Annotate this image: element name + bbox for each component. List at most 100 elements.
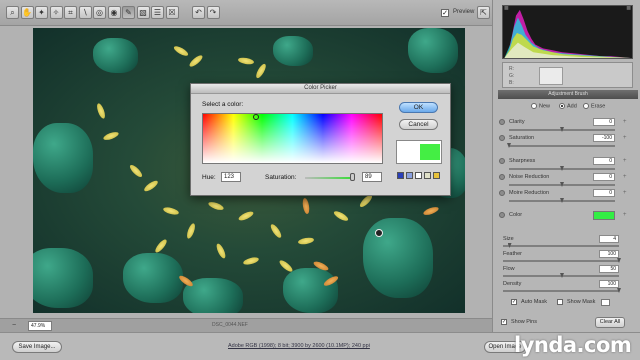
preferences-icon[interactable]: ☰	[151, 6, 164, 19]
brush-option-slider-track[interactable]	[503, 245, 619, 247]
zoom-icon[interactable]: ⌕	[6, 6, 19, 19]
image-filename: DSC_0044.NEF	[212, 322, 248, 328]
ok-button[interactable]: OK	[399, 102, 438, 113]
rock-shape	[33, 248, 93, 308]
brush-option-row: Feather 100	[503, 250, 633, 265]
leaf-shape	[332, 209, 350, 223]
plus-icon[interactable]: +	[623, 212, 627, 218]
preview-checkbox[interactable]: ✓	[441, 9, 449, 17]
crop-icon[interactable]: ⌗	[64, 6, 77, 19]
brush-pin-icon[interactable]	[375, 229, 383, 237]
brush-option-slider-track[interactable]	[503, 290, 619, 292]
color-spectrum[interactable]	[202, 113, 383, 164]
leaf-shape	[214, 242, 228, 260]
plus-icon[interactable]: +	[623, 158, 627, 164]
mode-new-label: New	[539, 103, 551, 110]
fullscreen-icon[interactable]: ⇱	[477, 6, 490, 19]
adjustment-slider-track[interactable]	[509, 145, 615, 147]
plus-icon[interactable]: +	[623, 190, 627, 196]
brush-option-value-field[interactable]: 4	[599, 235, 619, 243]
color-swatch-button[interactable]	[593, 211, 615, 220]
radio-icon[interactable]	[583, 103, 589, 109]
rotate-left-icon[interactable]: ↶	[192, 6, 205, 19]
cancel-button[interactable]: Cancel	[399, 119, 438, 130]
leaf-shape	[237, 56, 255, 66]
save-image-button[interactable]: Save Image...	[12, 341, 62, 353]
straighten-icon[interactable]: ∖	[78, 6, 92, 19]
color-swatch[interactable]	[433, 172, 440, 179]
rgb-swatch	[539, 67, 563, 85]
adjustment-value-field[interactable]: -100	[593, 134, 615, 142]
saturation-input[interactable]: 89	[362, 172, 382, 182]
leaf-shape	[128, 163, 144, 179]
hue-input[interactable]: 123	[221, 172, 241, 182]
color-swatch[interactable]	[406, 172, 413, 179]
mode-new[interactable]: New	[531, 103, 550, 109]
workflow-options-link[interactable]: Adobe RGB (1998); 8 bit; 3900 by 2600 (1…	[228, 343, 370, 349]
adjustment-value-field[interactable]: 0	[593, 173, 615, 181]
saturation-label: Saturation:	[265, 174, 297, 181]
rgb-g-label: G:	[509, 73, 515, 79]
color-label: Color	[509, 212, 523, 218]
show-pins-label: Show Pins	[511, 319, 537, 325]
brush-option-value-field[interactable]: 100	[599, 250, 619, 258]
adjustment-value-field[interactable]: 0	[593, 157, 615, 165]
saturation-slider-thumb[interactable]	[349, 173, 355, 181]
leaf-shape	[242, 256, 260, 266]
mode-erase[interactable]: Erase	[583, 103, 605, 109]
adjustment-value-field[interactable]: 0	[593, 118, 615, 126]
color-swatch[interactable]	[424, 172, 431, 179]
plus-icon[interactable]: +	[623, 174, 627, 180]
brush-option-value-field[interactable]: 100	[599, 280, 619, 288]
color-swatch[interactable]	[415, 172, 422, 179]
adjustment-brush-icon[interactable]: ✎	[122, 6, 135, 19]
dialog-titlebar: Color Picker	[191, 84, 450, 94]
graduated-filter-icon[interactable]: ▧	[136, 6, 150, 19]
minus-icon[interactable]	[499, 212, 505, 218]
auto-mask-checkbox[interactable]: ✓	[511, 299, 517, 305]
color-sampler-icon[interactable]: ✧	[49, 6, 63, 19]
white-balance-icon[interactable]: ✦	[35, 6, 48, 19]
show-mask-label: Show Mask	[567, 299, 596, 305]
rock-shape	[283, 268, 338, 313]
preview-label: Preview	[453, 9, 475, 15]
rotate-right-icon[interactable]: ↷	[206, 6, 220, 19]
brush-option-slider-track[interactable]	[503, 260, 619, 262]
minus-icon[interactable]	[499, 190, 505, 196]
brush-option-value-field[interactable]: 50	[599, 265, 619, 273]
adjustment-row: Moire Reduction 0 +	[499, 189, 635, 207]
mode-add[interactable]: Add	[559, 103, 577, 109]
retouch-icon[interactable]: ◎	[93, 6, 106, 19]
leaf-shape	[162, 206, 180, 216]
minus-icon[interactable]	[499, 174, 505, 180]
mask-color-swatch[interactable]	[601, 299, 610, 306]
radio-icon[interactable]	[531, 103, 537, 109]
adjustment-label: Saturation	[509, 135, 535, 141]
leaf-shape	[102, 130, 120, 142]
plus-icon[interactable]: +	[623, 119, 627, 125]
brush-option-label: Density	[503, 281, 522, 287]
adjustment-value-field[interactable]: 0	[593, 189, 615, 197]
rock-shape	[408, 28, 458, 73]
rock-shape	[33, 123, 93, 193]
clear-all-button[interactable]: Clear All	[595, 317, 625, 328]
trash-icon[interactable]: ☒	[165, 6, 179, 19]
show-mask-checkbox[interactable]	[557, 299, 563, 305]
leaf-shape	[95, 102, 107, 120]
color-swatch[interactable]	[397, 172, 404, 179]
show-pins-checkbox[interactable]: ✓	[501, 319, 507, 325]
minus-icon[interactable]	[499, 158, 505, 164]
zoom-out-icon[interactable]: −	[12, 321, 20, 330]
minus-icon[interactable]	[499, 119, 505, 125]
rgb-readout: R: G: B:	[502, 62, 633, 88]
plus-icon[interactable]: +	[623, 135, 627, 141]
panel-header: Adjustment Brush	[498, 90, 638, 99]
minus-icon[interactable]	[499, 135, 505, 141]
adjustment-label: Noise Reduction	[509, 174, 550, 180]
saturation-slider-track[interactable]	[305, 177, 355, 179]
hand-icon[interactable]: ✋	[20, 6, 34, 19]
radio-selected-icon[interactable]	[559, 103, 565, 109]
zoom-level-field[interactable]: 47.9%	[28, 321, 52, 331]
spectrum-cursor-icon[interactable]	[253, 114, 259, 120]
red-eye-icon[interactable]: ◉	[107, 6, 121, 19]
